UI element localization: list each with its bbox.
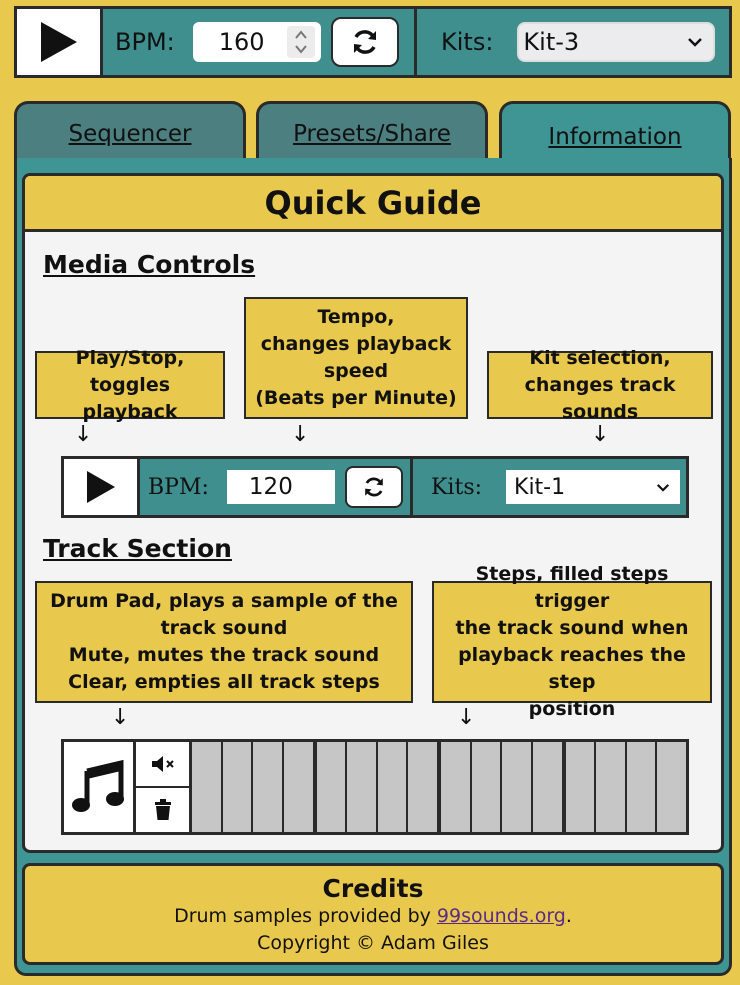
callout-tempo: Tempo, changes playback speed (Beats per… bbox=[244, 297, 468, 419]
step-cell bbox=[502, 742, 531, 832]
track-section-heading: Track Section bbox=[43, 534, 232, 563]
example-kits-section: Kits: Kit-1 bbox=[413, 459, 686, 515]
step-cell bbox=[377, 742, 407, 832]
callout-steps: Steps, filled steps trigger the track so… bbox=[432, 563, 712, 720]
kits-selected-value: Kit-3 bbox=[523, 28, 580, 56]
callout-kit-selection: Kit selection, changes track sounds bbox=[487, 347, 713, 423]
example-track-buttons bbox=[136, 742, 192, 832]
credits-suffix: . bbox=[565, 905, 572, 927]
callout-line: Kit selection, bbox=[529, 346, 671, 369]
tab-label: Information bbox=[548, 123, 682, 150]
callout-line: changes playback bbox=[260, 333, 452, 355]
credits-copyright: Copyright © Adam Giles bbox=[257, 932, 489, 954]
quick-guide: Quick Guide Media Controls Play/Stop, to… bbox=[22, 173, 724, 853]
callout-line: track sound bbox=[160, 617, 288, 639]
credits: Credits Drum samples provided by 99sound… bbox=[22, 863, 724, 965]
kits-label: Kits: bbox=[441, 28, 494, 56]
step-cell bbox=[316, 742, 346, 832]
callout-line: speed bbox=[323, 360, 389, 382]
arrow-down-icon: ↓ bbox=[457, 705, 476, 730]
bpm-input[interactable]: 160 bbox=[192, 22, 321, 62]
callout-line: the track sound when bbox=[455, 617, 689, 639]
example-play-button bbox=[64, 459, 140, 515]
play-stop-button[interactable] bbox=[17, 9, 103, 75]
step-cell bbox=[222, 742, 252, 832]
reload-icon bbox=[365, 477, 383, 497]
bpm-section: BPM: 160 bbox=[103, 9, 417, 75]
example-track bbox=[61, 739, 689, 835]
arrow-down-icon: ↓ bbox=[291, 422, 310, 447]
bpm-value: 160 bbox=[218, 28, 265, 56]
tab-label: Sequencer bbox=[68, 120, 192, 147]
example-kits-label: Kits: bbox=[431, 474, 483, 500]
example-kits-value: Kit-1 bbox=[514, 474, 566, 500]
callout-line: Mute, mutes the track sound bbox=[68, 644, 380, 666]
callout-line: changes track sounds bbox=[524, 373, 676, 423]
example-bpm-section: BPM: 120 bbox=[140, 459, 413, 515]
spinner-icon[interactable] bbox=[286, 26, 315, 58]
callout-line: (Beats per Minute) bbox=[255, 387, 457, 409]
example-mute-button bbox=[136, 742, 189, 788]
step-cell bbox=[283, 742, 313, 832]
callout-track-controls: Drum Pad, plays a sample of the track so… bbox=[35, 581, 413, 703]
callout-line: toggles playback bbox=[82, 373, 178, 423]
tab-presets-share[interactable]: Presets/Share bbox=[256, 101, 488, 163]
step-cell bbox=[347, 742, 376, 832]
callout-line: Steps, filled steps trigger bbox=[475, 563, 669, 612]
step-cell bbox=[408, 742, 437, 832]
callout-line: Tempo, bbox=[317, 306, 395, 328]
callout-line: Drum Pad, plays a sample of the bbox=[50, 590, 398, 612]
step-cell bbox=[596, 742, 625, 832]
example-bpm-label: BPM: bbox=[148, 474, 209, 500]
step-cell bbox=[441, 742, 470, 832]
callout-play-stop: Play/Stop, toggles playback bbox=[35, 347, 225, 423]
chevron-down-icon bbox=[688, 38, 703, 47]
credits-samples-line: Drum samples provided by 99sounds.org. bbox=[25, 903, 721, 930]
play-icon bbox=[86, 471, 115, 503]
arrow-down-icon: ↓ bbox=[591, 422, 610, 447]
step-cell bbox=[192, 742, 221, 832]
reload-bpm-button[interactable] bbox=[330, 17, 399, 67]
step-cell bbox=[657, 742, 686, 832]
step-cell bbox=[471, 742, 501, 832]
credits-prefix: Drum samples provided by bbox=[174, 905, 437, 927]
music-note-icon bbox=[71, 759, 124, 812]
example-kits-select: Kit-1 bbox=[506, 470, 681, 504]
tab-sequencer[interactable]: Sequencer bbox=[14, 101, 246, 163]
kits-section: Kits: Kit-3 bbox=[417, 9, 729, 75]
callout-line: Play/Stop, bbox=[75, 346, 185, 369]
example-reload-button bbox=[344, 466, 403, 508]
arrow-down-icon: ↓ bbox=[74, 422, 93, 447]
example-steps bbox=[192, 742, 686, 832]
play-icon bbox=[40, 22, 77, 62]
example-media-bar: BPM: 120 Kits: Kit-1 bbox=[61, 456, 689, 518]
kits-select[interactable]: Kit-3 bbox=[517, 22, 716, 62]
callout-line: position bbox=[528, 698, 616, 720]
trash-icon bbox=[154, 799, 171, 820]
mute-icon bbox=[151, 756, 174, 772]
chevron-down-icon bbox=[656, 483, 670, 492]
callout-line: Clear, empties all track steps bbox=[68, 671, 380, 693]
tab-label: Presets/Share bbox=[293, 120, 451, 147]
step-cell bbox=[626, 742, 656, 832]
guide-title: Quick Guide bbox=[25, 176, 721, 232]
example-bpm-value: 120 bbox=[248, 474, 293, 500]
media-controls-bar: BPM: 160 Kits: Kit-3 bbox=[14, 6, 732, 78]
step-cell bbox=[532, 742, 562, 832]
arrow-down-icon: ↓ bbox=[111, 705, 130, 730]
credits-title: Credits bbox=[322, 874, 424, 903]
example-clear-button bbox=[136, 788, 189, 832]
credits-link[interactable]: 99sounds.org bbox=[437, 905, 566, 927]
callout-line: playback reaches the step bbox=[458, 644, 686, 693]
example-drum-pad bbox=[64, 742, 136, 832]
step-cell bbox=[253, 742, 282, 832]
example-bpm-input: 120 bbox=[226, 470, 335, 504]
bpm-label: BPM: bbox=[115, 28, 175, 56]
step-cell bbox=[565, 742, 595, 832]
media-controls-heading: Media Controls bbox=[43, 250, 256, 279]
reload-icon bbox=[353, 30, 376, 54]
